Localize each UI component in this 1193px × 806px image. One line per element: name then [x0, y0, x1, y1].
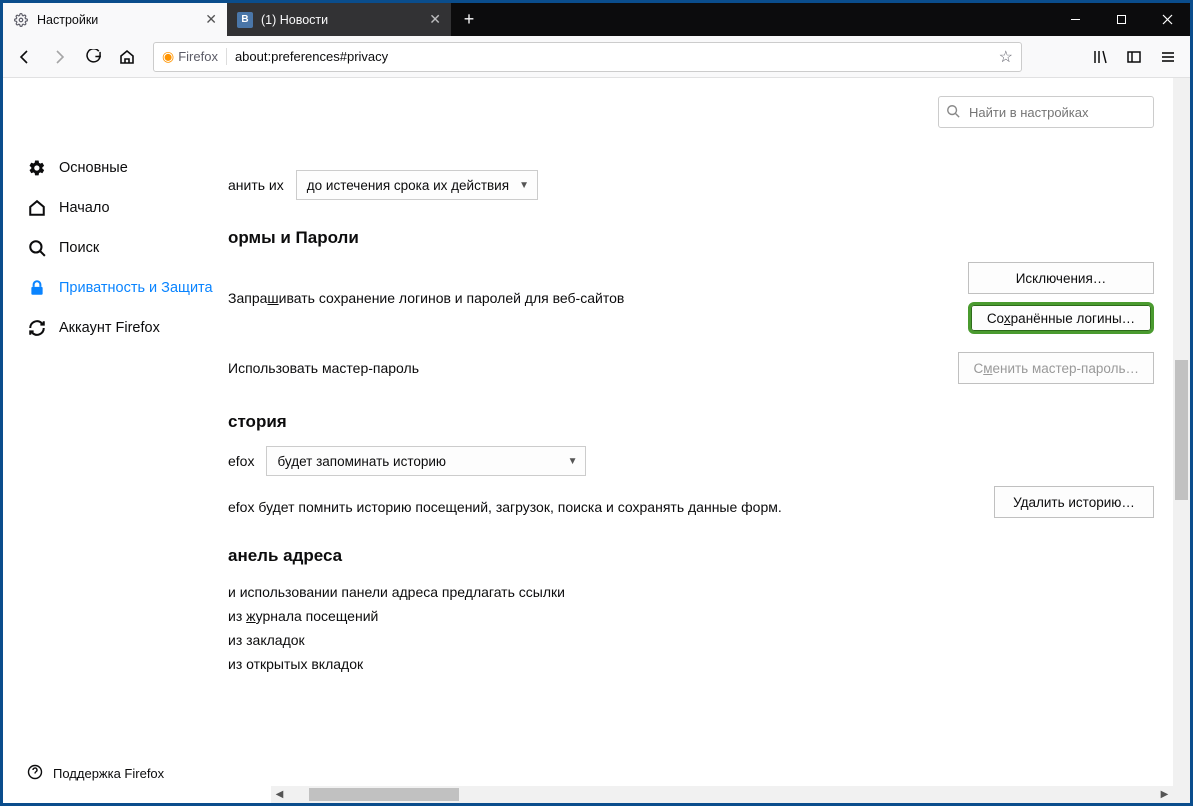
tab-label: (1) Новости [261, 13, 328, 27]
search-icon [946, 104, 960, 123]
tab-vk-news[interactable]: B (1) Новости ✕ [227, 3, 451, 36]
home-button[interactable] [111, 41, 143, 73]
clear-history-button[interactable]: Удалить историю… [994, 486, 1154, 518]
sidebar-item-label: Приватность и Защита [59, 279, 213, 298]
cookies-keep-select[interactable]: до истечения срока их действия ▼ [296, 170, 538, 200]
new-tab-button[interactable]: + [451, 3, 487, 36]
tab-bar: Настройки ✕ B (1) Новости ✕ + [3, 3, 1190, 36]
scroll-corner [1173, 786, 1190, 803]
section-addressbar: анель адреса [228, 546, 1154, 566]
gear-icon [27, 158, 47, 178]
url-input[interactable] [235, 49, 991, 64]
reload-button[interactable] [77, 41, 109, 73]
sidebar-item-label: Основные [59, 159, 128, 178]
preferences-main: анить их до истечения срока их действия … [228, 78, 1190, 803]
maximize-button[interactable] [1098, 3, 1144, 36]
addressbar-opt-opentabs[interactable]: из открытых вкладок [228, 652, 1154, 676]
chevron-down-icon: ▼ [568, 456, 578, 467]
cookies-keep-label: анить их [228, 177, 284, 193]
sidebar-item-privacy[interactable]: Приватность и Защита [3, 268, 228, 308]
identity-badge[interactable]: ◉ Firefox [162, 48, 227, 65]
tab-close-icon[interactable]: ✕ [429, 11, 441, 28]
sidebar-toggle-button[interactable] [1118, 41, 1150, 73]
section-forms-passwords: ормы и Пароли [228, 228, 1154, 248]
library-button[interactable] [1084, 41, 1116, 73]
sidebar-item-search[interactable]: Поиск [3, 228, 228, 268]
scroll-right-icon[interactable]: ▶ [1156, 786, 1173, 803]
home-icon [27, 198, 47, 218]
support-label: Поддержка Firefox [53, 766, 164, 781]
minimize-button[interactable] [1052, 3, 1098, 36]
saved-logins-button[interactable]: Сохранённые логины… [968, 302, 1154, 334]
sidebar-item-home[interactable]: Начало [3, 188, 228, 228]
forward-button[interactable] [43, 41, 75, 73]
ask-save-logins-label: Запрашивать сохранение логинов и паролей… [228, 290, 624, 306]
tab-close-icon[interactable]: ✕ [205, 11, 217, 28]
sidebar-item-label: Аккаунт Firefox [59, 319, 160, 338]
firefox-icon: ◉ [162, 48, 174, 65]
vk-icon: B [237, 12, 253, 28]
content-area: Основные Начало Поиск Приватность и Защи… [3, 78, 1190, 803]
url-bar[interactable]: ◉ Firefox ☆ [153, 42, 1022, 72]
select-value: до истечения срока их действия [307, 178, 509, 193]
use-master-password-label: Использовать мастер-пароль [228, 360, 419, 376]
preferences-search-input[interactable] [938, 96, 1154, 128]
addressbar-opt-bookmarks[interactable]: из закладок [228, 628, 1154, 652]
history-description: efox будет помнить историю посещений, за… [228, 499, 782, 515]
preferences-sidebar: Основные Начало Поиск Приватность и Защи… [3, 78, 228, 803]
history-prefix: efox [228, 453, 254, 469]
menu-button[interactable] [1152, 41, 1184, 73]
tab-settings[interactable]: Настройки ✕ [3, 3, 227, 36]
help-icon [27, 764, 43, 783]
horizontal-scrollbar[interactable]: ◀ ▶ [271, 786, 1173, 803]
change-master-password-button: Сменить мастер-пароль… [958, 352, 1154, 384]
nav-toolbar: ◉ Firefox ☆ [3, 36, 1190, 78]
sidebar-support-link[interactable]: Поддержка Firefox [3, 750, 228, 803]
sidebar-item-account[interactable]: Аккаунт Firefox [3, 308, 228, 348]
sidebar-item-general[interactable]: Основные [3, 148, 228, 188]
search-icon [27, 238, 47, 258]
section-history: стория [228, 412, 1154, 432]
bookmark-star-icon[interactable]: ☆ [999, 47, 1013, 67]
history-mode-select[interactable]: будет запоминать историю ▼ [266, 446, 586, 476]
exceptions-button[interactable]: Исключения… [968, 262, 1154, 294]
window-controls [1052, 3, 1190, 36]
preferences-search [938, 96, 1154, 128]
sidebar-item-label: Начало [59, 199, 110, 218]
sidebar-item-label: Поиск [59, 239, 99, 258]
back-button[interactable] [9, 41, 41, 73]
scrollbar-thumb[interactable] [309, 788, 459, 801]
addressbar-intro: и использовании панели адреса предлагать… [228, 580, 1154, 604]
scrollbar-thumb[interactable] [1175, 360, 1188, 500]
lock-icon [27, 278, 47, 298]
close-window-button[interactable] [1144, 3, 1190, 36]
select-value: будет запоминать историю [277, 454, 446, 469]
sync-icon [27, 318, 47, 338]
scroll-left-icon[interactable]: ◀ [271, 786, 288, 803]
identity-label: Firefox [178, 49, 218, 64]
gear-icon [13, 12, 29, 28]
tab-label: Настройки [37, 13, 98, 27]
chevron-down-icon: ▼ [519, 180, 529, 191]
addressbar-opt-history[interactable]: из журнала посещений [228, 604, 1154, 628]
vertical-scrollbar[interactable] [1173, 78, 1190, 786]
